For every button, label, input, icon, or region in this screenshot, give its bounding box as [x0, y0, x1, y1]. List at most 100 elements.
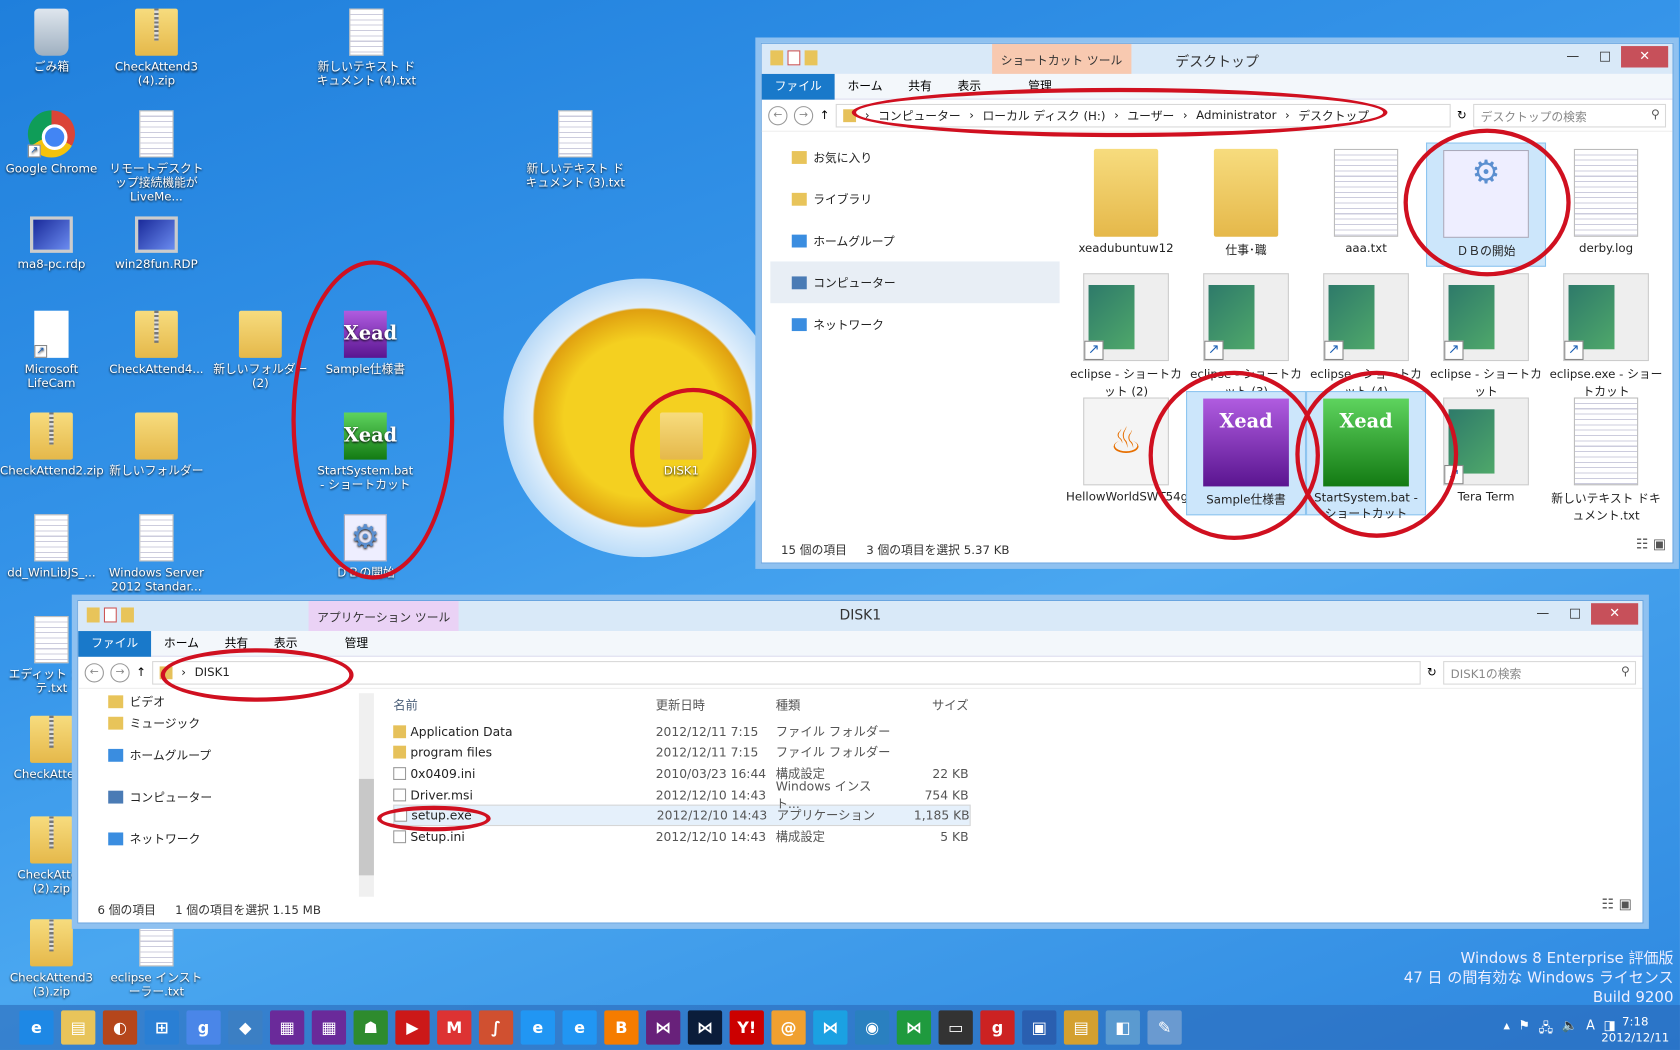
tray-icon[interactable]: ⚑: [1519, 1018, 1531, 1040]
table-row[interactable]: setup.exe 2012/12/10 14:43 アプリケーション 1,185 K…: [393, 805, 971, 827]
tab-2[interactable]: 共有: [895, 73, 944, 99]
back-button[interactable]: ←: [768, 105, 788, 125]
desktop-icon[interactable]: 新しいフォルダー (2): [209, 310, 312, 390]
desktop-icon[interactable]: ↗ Microsoft LifeCam: [0, 310, 103, 390]
at-app-icon[interactable]: @: [771, 1010, 806, 1045]
folder-app-icon[interactable]: ▤: [1063, 1010, 1099, 1045]
file-item[interactable]: 仕事･職: [1186, 142, 1306, 266]
file-item[interactable]: Xead StartSystem.bat - ショートカット: [1306, 391, 1427, 521]
minimize-button[interactable]: —: [1527, 603, 1559, 624]
column-header[interactable]: 種類: [776, 696, 894, 713]
desktop-icon[interactable]: CheckAttend2.zip: [0, 412, 104, 478]
breadcrumb-item[interactable]: Administrator: [1196, 108, 1276, 122]
forward-button[interactable]: →: [110, 662, 130, 682]
tablet-app-icon[interactable]: ▭: [938, 1010, 973, 1045]
breadcrumb-item[interactable]: デスクトップ: [1298, 107, 1369, 124]
address-bar[interactable]: › DISK1: [152, 660, 1421, 685]
breadcrumb-item[interactable]: コンピューター: [878, 107, 960, 124]
desktop-icon[interactable]: win28fun.RDP: [105, 210, 208, 271]
tab-3[interactable]: 表示: [261, 631, 310, 657]
refresh-button[interactable]: ↻: [1427, 665, 1437, 679]
pen-app-icon[interactable]: ∫: [478, 1010, 514, 1045]
file-item[interactable]: ⚙ ＤＢの開始: [1426, 142, 1547, 267]
file-item[interactable]: ↗ Tera Term: [1426, 391, 1546, 515]
tab-3[interactable]: 表示: [945, 73, 994, 99]
desktop-icon[interactable]: CheckAttend3 (4).zip: [105, 8, 208, 88]
nav-item[interactable]: コンピューター: [770, 261, 1060, 304]
breadcrumb-item[interactable]: ユーザー: [1127, 107, 1174, 124]
windows-tiles-2-icon[interactable]: ▦: [311, 1010, 347, 1045]
nav-item[interactable]: お気に入り: [770, 136, 1059, 178]
desktop-icon[interactable]: 新しいテキスト ドキュメント (4).txt: [315, 8, 418, 88]
desktop-icon[interactable]: リモートデスクトップ接続機能がLiveMe...: [105, 110, 208, 204]
visual-studio-green-icon[interactable]: ⋈: [896, 1010, 932, 1045]
close-button[interactable]: ✕: [1621, 46, 1669, 68]
maximize-button[interactable]: □: [1559, 603, 1591, 624]
column-header[interactable]: 名前: [393, 696, 655, 713]
view-toggle[interactable]: ☷ ▣: [1636, 537, 1666, 553]
youtube-icon[interactable]: ▶: [395, 1010, 430, 1045]
globe-app-icon[interactable]: ◉: [854, 1010, 890, 1045]
desktop-icon[interactable]: ma8-pc.rdp: [0, 210, 103, 271]
visual-studio-purple-icon[interactable]: ⋈: [646, 1010, 681, 1045]
up-button[interactable]: ↑: [820, 108, 830, 122]
nav-item[interactable]: ネットワーク: [770, 303, 1059, 345]
desktop-icon[interactable]: Xead Sample仕様書: [314, 310, 417, 376]
file-item[interactable]: 新しいテキスト ドキュメント.txt: [1546, 391, 1666, 523]
table-row[interactable]: Application Data 2012/12/11 7:15 ファイル フォルダ…: [393, 721, 970, 742]
google-search-icon[interactable]: g: [186, 1010, 221, 1045]
paint-palette-icon[interactable]: ✎: [1147, 1010, 1182, 1045]
search-input[interactable]: デスクトップの検索: [1473, 103, 1667, 127]
tray-icon[interactable]: A: [1586, 1018, 1595, 1040]
nav-item[interactable]: ミュージック: [87, 712, 355, 733]
back-button[interactable]: ←: [84, 662, 104, 682]
breadcrumb-item[interactable]: DISK1: [195, 665, 230, 679]
desktop-icon[interactable]: 新しいフォルダー: [105, 412, 208, 478]
nav-item[interactable]: ネットワーク: [87, 817, 355, 859]
desktop-icon[interactable]: CheckAttend3 (3).zip: [0, 919, 103, 999]
up-button[interactable]: ↑: [136, 665, 146, 679]
remote-desktop-icon[interactable]: ▣: [1022, 1010, 1057, 1045]
tab-1[interactable]: ホーム: [835, 73, 896, 99]
visual-studio-dark-icon[interactable]: ⋈: [687, 1010, 723, 1045]
file-item[interactable]: xeadubuntuw12: [1066, 142, 1186, 266]
paint-app-icon[interactable]: ◐: [102, 1010, 138, 1045]
forward-button[interactable]: →: [793, 105, 814, 125]
desktop-icon[interactable]: Xead StartSystem.bat - ショートカット: [314, 412, 417, 492]
desktop-icon[interactable]: ⚙ ＤＢの開始: [314, 514, 417, 580]
file-item[interactable]: ↗ eclipse - ショートカット (2): [1066, 267, 1186, 399]
tab-2[interactable]: 共有: [212, 631, 261, 657]
windows-store-icon[interactable]: ⊞: [144, 1010, 179, 1045]
clock[interactable]: 7:18 2012/12/11: [1601, 1014, 1669, 1046]
nav-item[interactable]: ライブラリ: [770, 178, 1059, 220]
column-header[interactable]: 更新日時: [656, 696, 776, 713]
ie-3-icon[interactable]: e: [562, 1010, 597, 1045]
column-header[interactable]: サイズ: [894, 696, 969, 713]
file-item[interactable]: ↗ eclipse.exe - ショートカット: [1546, 267, 1666, 399]
desktop-icon[interactable]: CheckAttend4...: [105, 310, 208, 376]
search-input[interactable]: DISK1の検索: [1443, 660, 1637, 685]
file-item[interactable]: ↗eclipse - ショートカット (4): [1306, 267, 1426, 399]
tray-icon[interactable]: 🖧: [1539, 1018, 1553, 1040]
yahoo-icon[interactable]: Y!: [729, 1010, 764, 1045]
desktop-icon[interactable]: 新しいテキスト ドキュメント (3).txt: [524, 110, 627, 190]
notes-app-icon[interactable]: ◧: [1105, 1010, 1140, 1045]
goo-app-icon[interactable]: g: [980, 1010, 1015, 1045]
ie-2-icon[interactable]: e: [520, 1010, 555, 1045]
refresh-button[interactable]: ↻: [1457, 108, 1467, 122]
nav-item[interactable]: ホームグループ: [87, 734, 355, 776]
internet-explorer-icon[interactable]: e: [19, 1010, 54, 1045]
nav-item[interactable]: ビデオ: [87, 691, 355, 712]
tab-0[interactable]: ファイル: [78, 630, 152, 657]
nav-item[interactable]: コンピューター: [87, 776, 355, 818]
tab-4[interactable]: 管理: [332, 631, 381, 657]
desktop-icon[interactable]: ↗ Google Chrome: [0, 110, 103, 176]
tab-0[interactable]: ファイル: [761, 73, 835, 100]
title-bar[interactable]: アプリケーション ツール DISK1 — □ ✕: [78, 601, 1643, 632]
view-toggle[interactable]: ☷ ▣: [1602, 897, 1632, 913]
desktop-icon[interactable]: ごみ箱: [0, 8, 103, 74]
minimize-button[interactable]: —: [1557, 46, 1589, 67]
file-item[interactable]: ♨ HellowWorldSWT54go.jar: [1066, 391, 1214, 515]
table-row[interactable]: Setup.ini 2012/12/10 14:43 構成設定 5 KB: [393, 826, 970, 847]
desktop-icon[interactable]: eclipse インストーラー.txt: [105, 919, 208, 999]
